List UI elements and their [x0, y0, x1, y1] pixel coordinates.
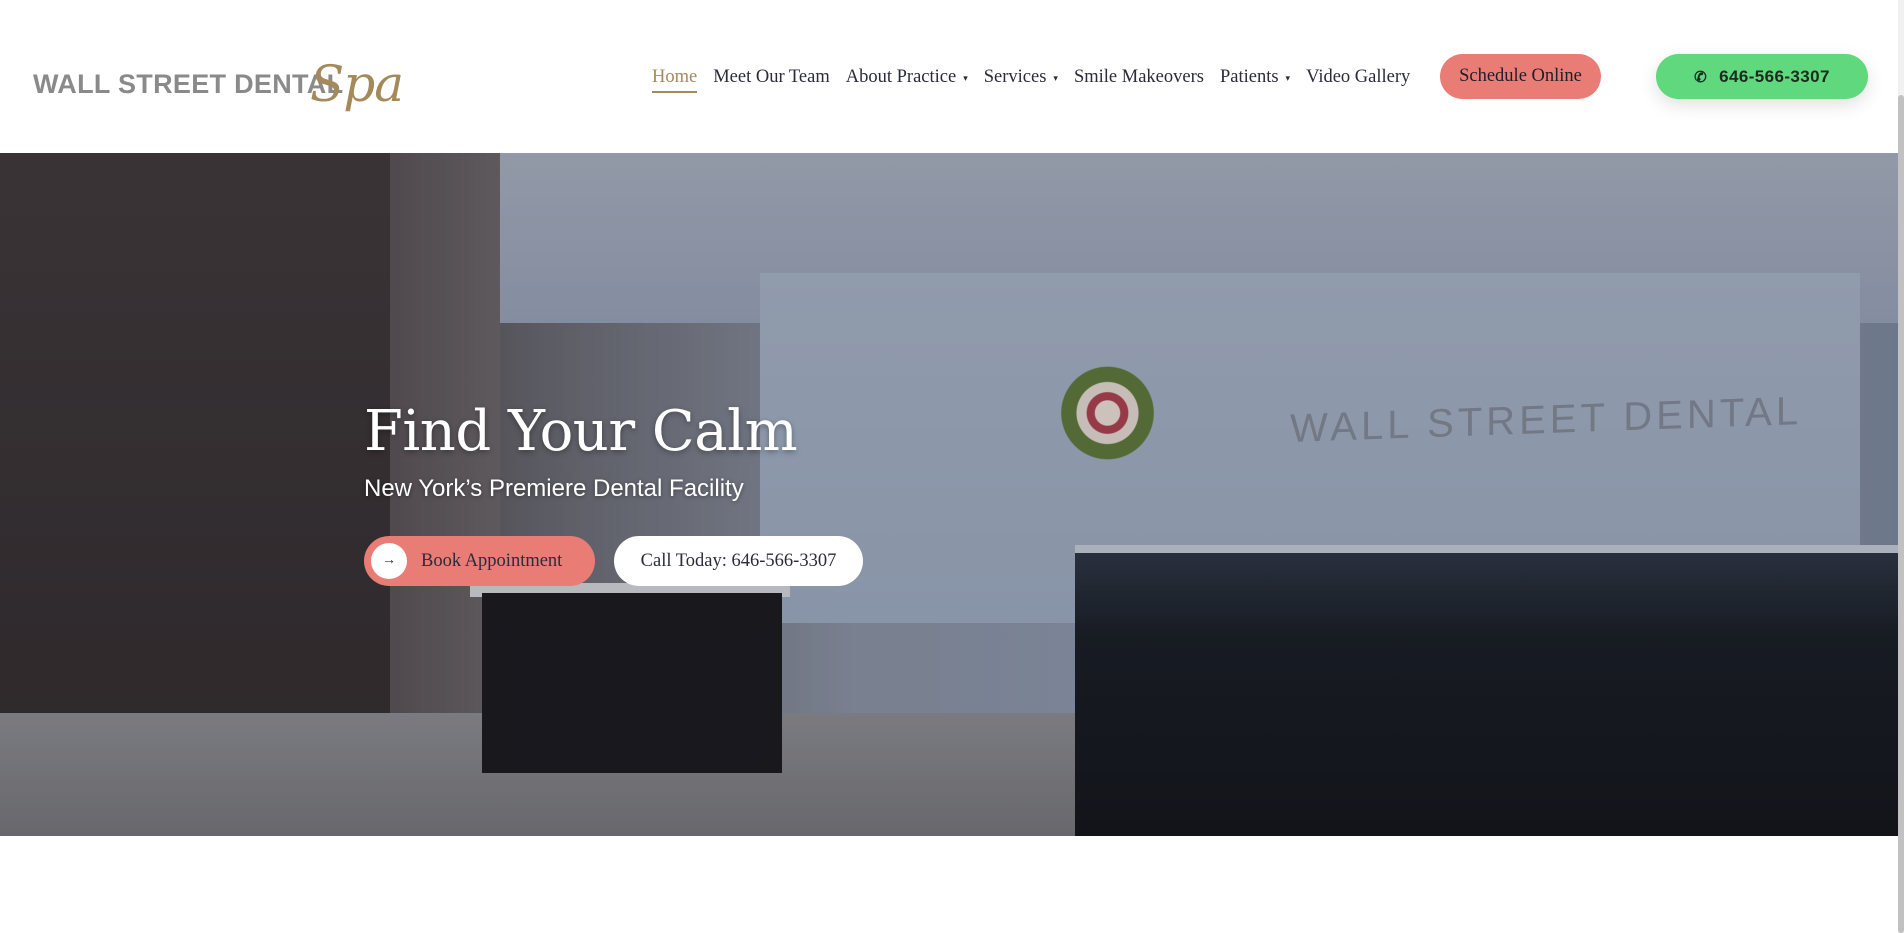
- nav-item-home[interactable]: Home: [652, 54, 698, 100]
- nav-item-label: Smile Makeovers: [1073, 66, 1204, 87]
- nav-item-label: Video Gallery: [1306, 66, 1411, 87]
- nav-item-patients[interactable]: Patients ▾: [1220, 54, 1290, 100]
- nav-item-video-gallery[interactable]: Video Gallery: [1306, 54, 1410, 100]
- nav-item-meet-our-team[interactable]: Meet Our Team: [713, 54, 830, 100]
- call-today-button[interactable]: Call Today: 646-566-3307: [614, 536, 863, 586]
- hero-section: WALL STREET DENTAL Find Your Calm New Yo…: [0, 153, 1898, 836]
- nav-item-label: About Practice: [845, 66, 957, 87]
- site-header: WALL STREET DENTAL Spa Home Meet Our Tea…: [0, 0, 1898, 153]
- phone-icon: ✆: [1694, 68, 1708, 86]
- logo-script: Spa: [310, 55, 404, 113]
- nav-item-services[interactable]: Services ▾: [984, 54, 1058, 100]
- logo[interactable]: WALL STREET DENTAL Spa: [33, 55, 404, 121]
- phone-call-button[interactable]: ✆ 646-566-3307: [1656, 54, 1868, 99]
- phone-number: 646-566-3307: [1719, 66, 1830, 86]
- nav-item-label: Patients: [1219, 66, 1279, 87]
- page-scrollbar[interactable]: [1898, 0, 1904, 933]
- scrollbar-thumb[interactable]: [1898, 95, 1904, 933]
- nav-item-label: Services: [983, 66, 1047, 87]
- logo-wordmark: WALL STREET DENTAL: [33, 69, 344, 99]
- chevron-down-icon: ▾: [1285, 72, 1291, 83]
- nav-item-label: Home: [652, 66, 698, 87]
- nav-item-about-practice[interactable]: About Practice ▾: [846, 54, 968, 100]
- chevron-down-icon: ▾: [1053, 72, 1058, 83]
- book-appointment-label: Book Appointment: [421, 550, 563, 571]
- nav-item-smile-makeovers[interactable]: Smile Makeovers: [1074, 54, 1204, 100]
- book-appointment-button[interactable]: → Book Appointment: [364, 536, 595, 586]
- hero-subtitle: New York’s Premiere Dental Facility: [364, 475, 744, 502]
- chevron-down-icon: ▾: [963, 72, 968, 83]
- hero-overlay: [0, 153, 1898, 836]
- main-nav: Home Meet Our Team About Practice ▾ Serv…: [652, 54, 1426, 100]
- nav-item-label: Meet Our Team: [713, 66, 830, 87]
- hero-title: Find Your Calm: [364, 399, 798, 464]
- schedule-online-button[interactable]: Schedule Online: [1440, 54, 1601, 99]
- arrow-right-icon: →: [371, 543, 407, 579]
